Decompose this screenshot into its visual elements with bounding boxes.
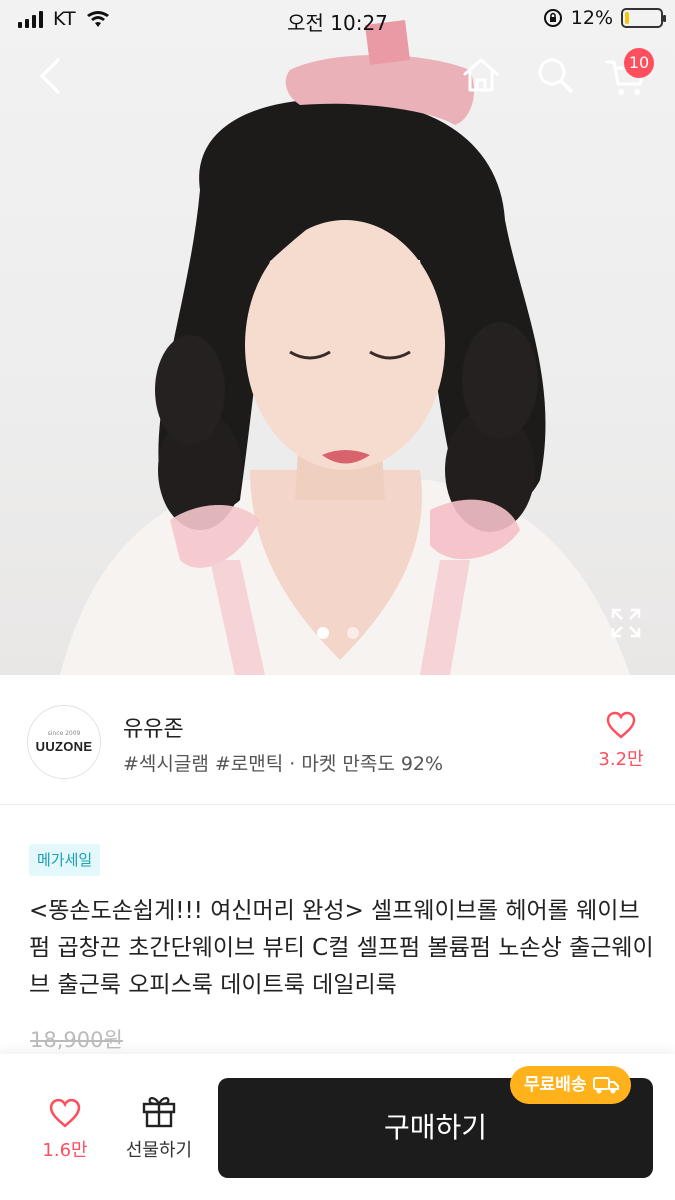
logo-since: since 2009 xyxy=(47,730,81,737)
free-shipping-badge: 무료배송 xyxy=(510,1066,631,1104)
product-title: <똥손도손쉽게!!! 여신머리 완성> 셀프웨이브롤 헤어롤 웨이브펌 곱창끈 … xyxy=(29,898,654,998)
heart-icon xyxy=(606,711,636,739)
bottom-action-bar: 1.6만 선물하기 구매하기 무료배송 xyxy=(0,1054,675,1200)
gift-icon xyxy=(142,1097,176,1128)
status-bar: KT 오전 10:27 12% xyxy=(0,0,675,40)
seller-tags: #섹시글램 #로맨틱 · 마켓 만족도 92% xyxy=(123,753,444,775)
gallery-dot-2[interactable] xyxy=(346,627,359,639)
expand-icon[interactable] xyxy=(609,606,643,640)
original-price: 18,900원 xyxy=(30,1028,123,1052)
logo-text: UUZONE xyxy=(35,739,93,754)
heart-icon xyxy=(49,1098,81,1128)
free-shipping-label: 무료배송 xyxy=(524,1075,587,1095)
orientation-lock-icon xyxy=(543,9,562,27)
like-button[interactable]: 1.6만 xyxy=(30,1098,100,1162)
battery-icon xyxy=(621,8,666,28)
sale-badge: 메가세일 xyxy=(29,844,101,876)
search-icon[interactable] xyxy=(534,54,576,96)
back-icon[interactable] xyxy=(34,56,66,96)
gift-button[interactable]: 선물하기 xyxy=(116,1094,202,1162)
truck-icon xyxy=(592,1077,619,1094)
gallery-pagination xyxy=(0,627,675,639)
seller-like-button[interactable]: 3.2만 xyxy=(596,711,646,771)
seller-logo[interactable]: since 2009 UUZONE xyxy=(27,705,101,779)
home-icon[interactable] xyxy=(460,54,502,96)
seller-section[interactable]: since 2009 UUZONE 유유존 #섹시글램 #로맨틱 · 마켓 만족… xyxy=(0,675,675,805)
seller-name[interactable]: 유유존 xyxy=(123,711,184,743)
product-photo xyxy=(60,20,630,675)
gift-label: 선물하기 xyxy=(125,1140,193,1161)
like-count: 1.6만 xyxy=(42,1140,88,1161)
gallery-dot-1[interactable] xyxy=(316,627,329,639)
seller-like-count: 3.2만 xyxy=(598,749,644,770)
cart-count-badge: 10 xyxy=(624,48,654,78)
product-image-gallery[interactable]: KT 오전 10:27 12% 10 xyxy=(0,0,675,675)
battery-percent: 12% xyxy=(570,7,613,29)
